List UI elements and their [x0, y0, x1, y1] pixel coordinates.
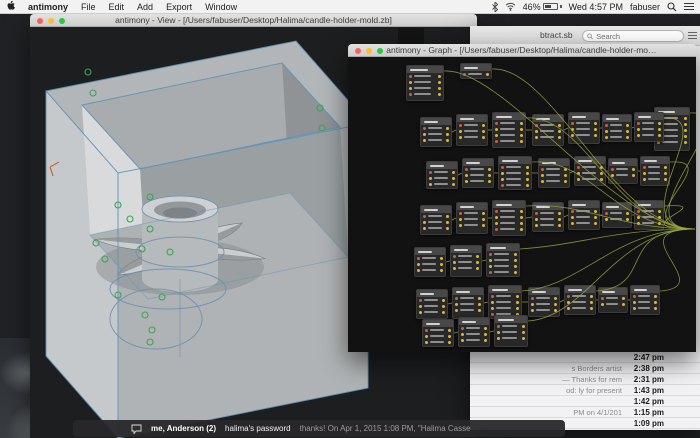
graph-node[interactable]: [460, 63, 492, 79]
graph-node[interactable]: [528, 287, 560, 317]
search-field[interactable]: [582, 30, 684, 42]
battery-percent-label: 46%: [522, 1, 541, 12]
list-item[interactable]: 2:47 pm: [470, 352, 700, 363]
close-button[interactable]: [37, 17, 43, 24]
list-item[interactable]: 1:42 pm: [470, 396, 700, 407]
graph-node[interactable]: [634, 200, 664, 230]
minimize-button[interactable]: [366, 47, 372, 54]
graph-node[interactable]: [488, 285, 522, 319]
list-item[interactable]: s Borders artist 2:38 pm: [470, 363, 700, 374]
mail-preview: PM on 4/1/201: [573, 407, 622, 417]
mail-time: 2:47 pm: [633, 352, 664, 362]
graph-node[interactable]: [538, 158, 570, 188]
mail-time: 1:15 pm: [633, 407, 664, 417]
graph-node[interactable]: [416, 289, 448, 319]
graph-node[interactable]: [452, 287, 484, 319]
list-item[interactable]: od: ly for present 1:43 pm: [470, 385, 700, 396]
battery-icon: [542, 3, 558, 10]
notification-center-icon[interactable]: [684, 2, 694, 11]
search-icon: [587, 33, 593, 39]
graph-node[interactable]: [498, 156, 532, 190]
list-item[interactable]: PM on 4/1/201 1:15 pm: [470, 407, 700, 418]
apple-menu-icon[interactable]: [6, 0, 15, 13]
wifi-icon[interactable]: [505, 2, 516, 11]
list-view-icon[interactable]: [688, 32, 697, 39]
graph-node[interactable]: [598, 287, 628, 313]
battery-icon-nub: [559, 5, 562, 8]
spotlight-icon[interactable]: [667, 1, 677, 12]
background-window-toolbar: btract.sb: [470, 26, 700, 46]
graph-node[interactable]: [458, 317, 490, 347]
graph-node[interactable]: [450, 245, 482, 277]
control-point[interactable]: [84, 68, 92, 76]
mail-time: 1:09 pm: [633, 418, 664, 428]
graph-window: antimony - Graph - [/Users/fabuser/Deskt…: [348, 44, 696, 352]
menu-clock[interactable]: Wed 4:57 PM: [569, 2, 623, 12]
list-item[interactable]: — Thanks for rem 2:31 pm: [470, 374, 700, 385]
zoom-button[interactable]: [377, 47, 383, 54]
graph-node[interactable]: [634, 112, 664, 142]
graph-node[interactable]: [640, 156, 670, 186]
graph-node[interactable]: [420, 117, 452, 147]
menu-user[interactable]: fabuser: [630, 2, 660, 12]
graph-node[interactable]: [492, 200, 526, 236]
graph-window-titlebar[interactable]: antimony - Graph - [/Users/fabuser/Deskt…: [348, 44, 696, 57]
minimize-button[interactable]: [48, 17, 54, 24]
view-window-titlebar[interactable]: antimony - View - [/Users/fabuser/Deskto…: [30, 14, 477, 27]
graph-node[interactable]: [462, 158, 494, 188]
graph-node[interactable]: [630, 285, 660, 315]
mail-time: 2:31 pm: [633, 374, 664, 384]
mail-list: 2:47 pm s Borders artist 2:38 pm — Thanks f…: [470, 352, 700, 429]
notification-subject: halima's password: [225, 424, 291, 433]
graph-node[interactable]: [486, 243, 520, 277]
mail-preview: — Thanks for rem: [562, 374, 622, 384]
battery-status[interactable]: 46%: [523, 2, 562, 12]
menu-bar: antimony File Edit Add Export Window 46%…: [0, 0, 700, 14]
bluetooth-icon[interactable]: [491, 1, 498, 12]
graph-node[interactable]: [422, 319, 454, 347]
notification-bar[interactable]: me, Anderson (2) halima's password thank…: [73, 420, 565, 437]
mail-time: 1:43 pm: [633, 385, 664, 395]
graph-node[interactable]: [568, 112, 600, 144]
graph-node[interactable]: [602, 202, 632, 228]
notification-sender: me, Anderson (2): [151, 424, 217, 433]
menu-item-add[interactable]: Add: [137, 2, 153, 12]
mail-preview: od: ly for present: [566, 385, 622, 395]
graph-node[interactable]: [608, 158, 638, 184]
menu-item-file[interactable]: File: [81, 2, 96, 12]
graph-window-title: antimony - Graph - [/Users/fabuser/Deskt…: [386, 45, 658, 55]
graph-node[interactable]: [426, 161, 458, 189]
mail-time: 1:42 pm: [633, 396, 664, 406]
graph-node[interactable]: [602, 114, 632, 142]
mail-time: 2:38 pm: [633, 363, 664, 373]
chat-bubble-icon: [131, 424, 142, 434]
background-window-title: btract.sb: [540, 30, 573, 40]
graph-node[interactable]: [456, 202, 488, 234]
graph-node[interactable]: [406, 65, 444, 101]
menu-item-antimony[interactable]: antimony: [28, 2, 68, 12]
zoom-button[interactable]: [59, 17, 65, 24]
graph-node[interactable]: [456, 114, 488, 146]
menu-item-export[interactable]: Export: [166, 2, 192, 12]
graph-canvas[interactable]: [348, 57, 696, 352]
graph-node[interactable]: [492, 112, 526, 148]
menu-item-window[interactable]: Window: [205, 2, 237, 12]
search-input[interactable]: [596, 31, 679, 41]
view-window-title: antimony - View - [/Users/fabuser/Deskto…: [115, 15, 392, 25]
graph-node[interactable]: [420, 205, 452, 235]
close-button[interactable]: [355, 47, 361, 54]
graph-node[interactable]: [532, 202, 564, 232]
graph-node[interactable]: [494, 315, 528, 347]
graph-node[interactable]: [574, 156, 606, 186]
graph-node[interactable]: [564, 285, 596, 315]
graph-node[interactable]: [532, 114, 564, 146]
menu-item-edit[interactable]: Edit: [109, 2, 125, 12]
mail-preview: s Borders artist: [571, 363, 622, 373]
graph-node[interactable]: [568, 200, 600, 230]
graph-node[interactable]: [414, 247, 446, 277]
notification-preview: thanks! On Apr 1, 2015 1:08 PM, "Halima …: [299, 424, 471, 433]
